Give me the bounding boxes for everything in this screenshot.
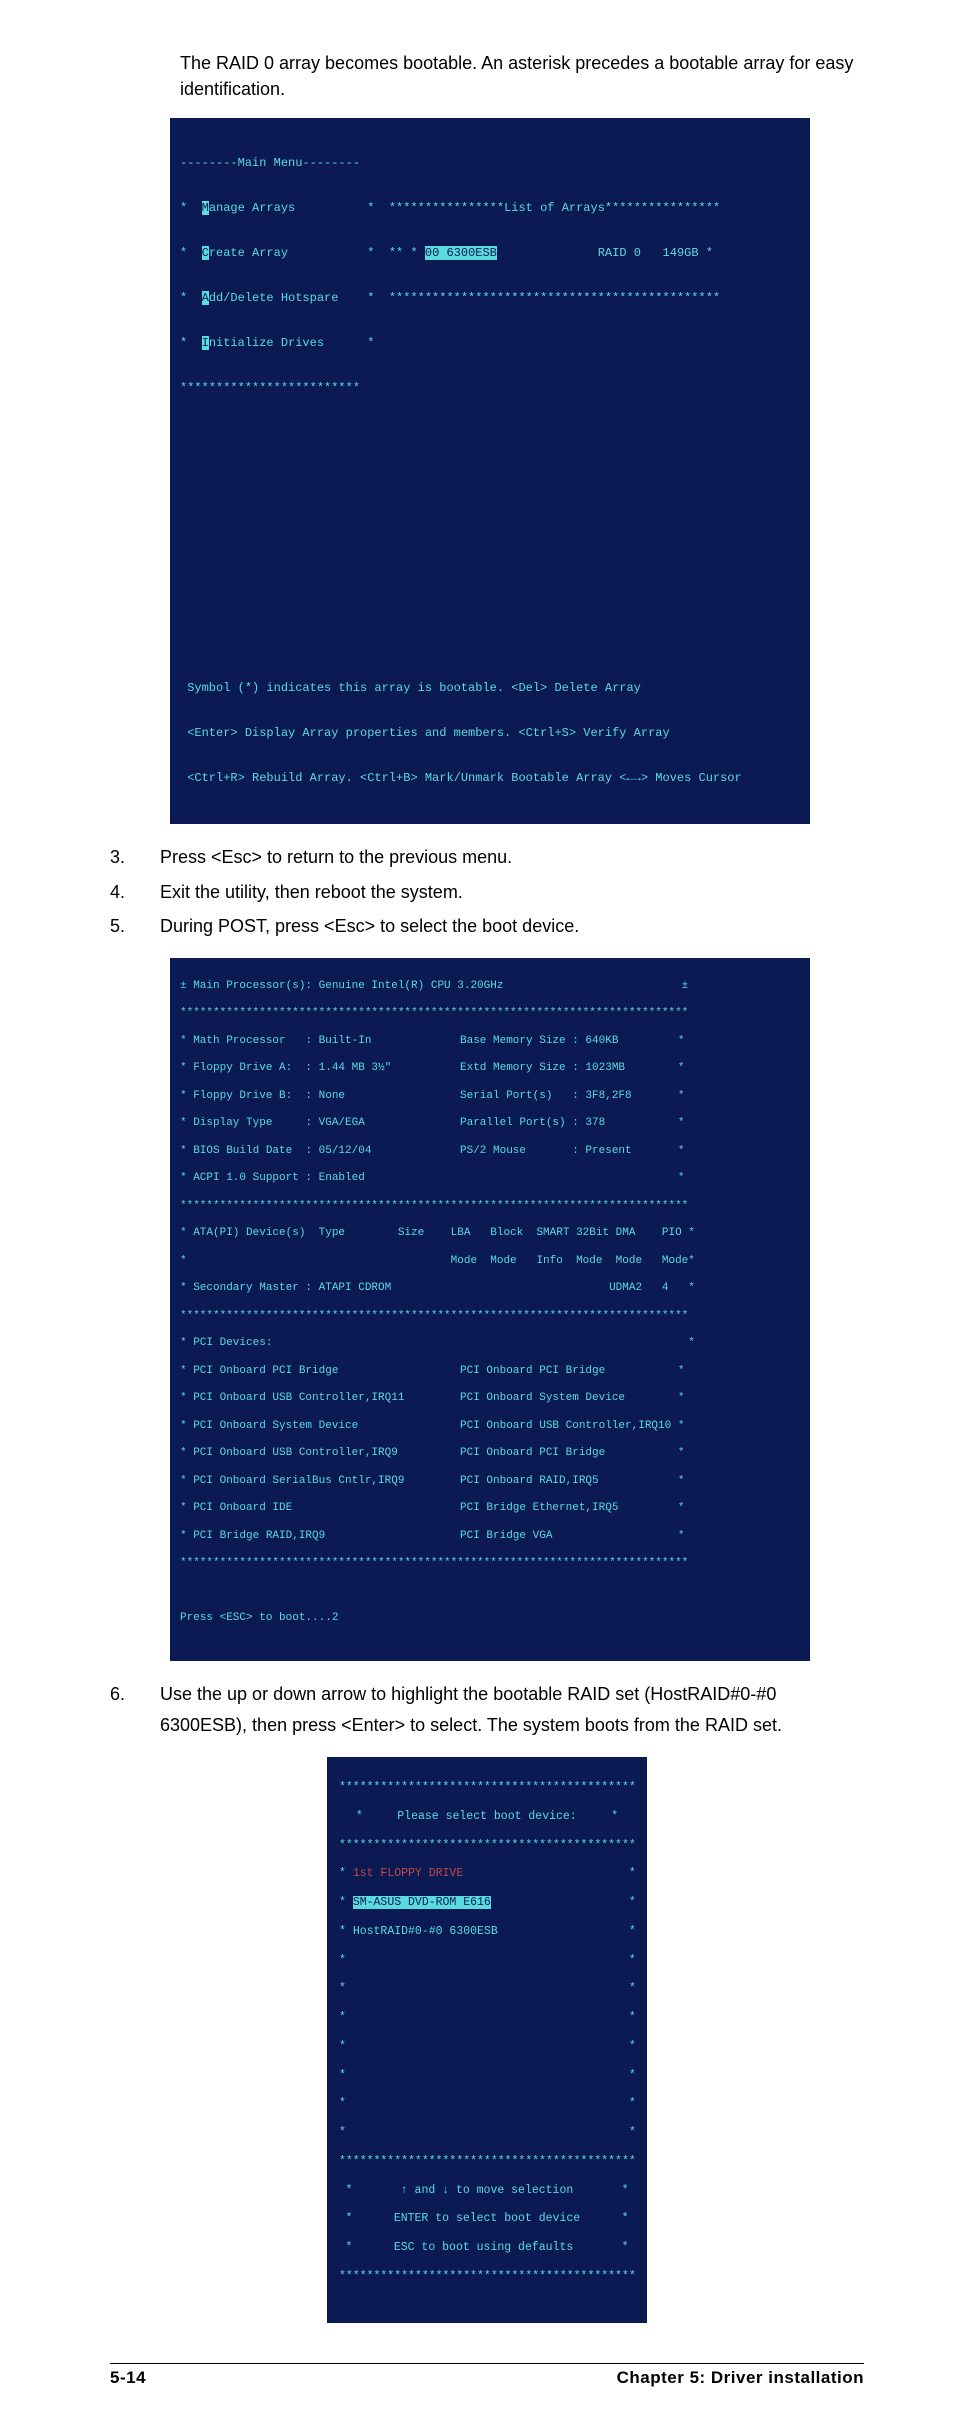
sys-info-right: Extd Memory Size : 1023MB *	[460, 1062, 684, 1074]
boot-device-select-screenshot: ****************************************…	[327, 1757, 647, 2323]
sys-info-right: Parallel Port(s) : 378 *	[460, 1117, 684, 1129]
step-number: 3.	[110, 842, 160, 873]
steps-list: 6.Use the up or down arrow to highlight …	[110, 1679, 864, 1740]
boot-prompt: Press <ESC> to boot....2	[180, 1612, 800, 1626]
pci-right: PCI Onboard PCI Bridge *	[460, 1365, 684, 1377]
pci-left: * PCI Bridge RAID,IRQ9	[180, 1530, 460, 1544]
ata-header: * ATA(PI) Device(s) Type Size LBA Block …	[180, 1227, 800, 1241]
sys-info-left: * BIOS Build Date : 05/12/04	[180, 1145, 460, 1159]
pci-left: * PCI Onboard SerialBus Cntlr,IRQ9	[180, 1475, 460, 1489]
hint-line: ↑ and ↓ to move selection	[401, 2184, 574, 2197]
menu-item-hotkey: M	[202, 201, 209, 215]
pci-left: * PCI Onboard System Device	[180, 1420, 460, 1434]
page-number: 5-14	[110, 2368, 146, 2388]
boot-option: HostRAID#0-#0 6300ESB	[353, 1925, 498, 1938]
step-item: 3.Press <Esc> to return to the previous …	[110, 842, 864, 873]
pci-right: PCI Bridge VGA *	[460, 1530, 684, 1542]
border: ****************************************…	[339, 1781, 635, 1795]
ata-row: * Secondary Master : ATAPI CDROM UDMA2 4…	[180, 1282, 800, 1296]
menu-header: --------Main Menu--------	[180, 156, 360, 170]
menu-item-hotkey: C	[202, 246, 209, 260]
boot-dialog-title: Please select boot device:	[397, 1810, 576, 1823]
menu-item: reate Array	[209, 246, 288, 260]
hint-line: ESC to boot using defaults	[394, 2241, 573, 2254]
sys-info-left: * Math Processor : Built-In	[180, 1035, 460, 1049]
menu-item: nitialize Drives	[209, 336, 324, 350]
page: The RAID 0 array becomes bootable. An as…	[0, 0, 954, 2418]
cpu-title: ± Main Processor(s): Genuine Intel(R) CP…	[180, 980, 800, 994]
step-item: 5.During POST, press <Esc> to select the…	[110, 911, 864, 942]
sys-info-right: PS/2 Mouse : Present *	[460, 1145, 684, 1157]
hint-line: ENTER to select boot device	[394, 2212, 580, 2225]
pci-left: * PCI Onboard PCI Bridge	[180, 1365, 460, 1379]
hint-line: <Ctrl+R> Rebuild Array. <Ctrl+B> Mark/Un…	[180, 771, 800, 786]
selected-array: 00 6300ESB	[425, 246, 497, 260]
sys-info-left: * Floppy Drive A: : 1.44 MB 3½"	[180, 1062, 460, 1076]
menu-item: dd/Delete Hotspare	[209, 291, 339, 305]
sys-info-right: Serial Port(s) : 3F8,2F8 *	[460, 1090, 684, 1102]
sys-info-left: * Floppy Drive B: : None	[180, 1090, 460, 1104]
step-number: 6.	[110, 1679, 160, 1740]
step-number: 4.	[110, 877, 160, 908]
pci-right: PCI Onboard PCI Bridge *	[460, 1447, 684, 1459]
intro-text: The RAID 0 array becomes bootable. An as…	[110, 50, 864, 102]
step-text: Use the up or down arrow to highlight th…	[160, 1679, 864, 1740]
boot-option-selected: SM-ASUS DVD-ROM E616	[353, 1896, 491, 1909]
step-text: During POST, press <Esc> to select the b…	[160, 911, 864, 942]
pci-right: PCI Onboard System Device *	[460, 1392, 684, 1404]
chapter-title: Chapter 5: Driver installation	[617, 2368, 864, 2388]
ata-subheader: * Mode Mode Info Mode Mode Mode*	[180, 1255, 800, 1269]
pci-right: PCI Onboard RAID,IRQ5 *	[460, 1475, 684, 1487]
arrays-list-header: ****************List of Arrays**********…	[389, 201, 720, 215]
pci-right: PCI Onboard USB Controller,IRQ10 *	[460, 1420, 684, 1432]
hint-line: Symbol (*) indicates this array is boota…	[180, 681, 800, 696]
pci-left: * PCI Onboard IDE	[180, 1502, 460, 1516]
pci-header: * PCI Devices: *	[180, 1337, 800, 1351]
sys-info-left: * ACPI 1.0 Support : Enabled	[180, 1172, 460, 1186]
menu-item-hotkey: A	[202, 291, 209, 305]
boot-option: 1st FLOPPY DRIVE	[353, 1867, 463, 1880]
pci-left: * PCI Onboard USB Controller,IRQ9	[180, 1447, 460, 1461]
step-text: Press <Esc> to return to the previous me…	[160, 842, 864, 873]
step-item: 6.Use the up or down arrow to highlight …	[110, 1679, 864, 1740]
sys-info-right: Base Memory Size : 640KB *	[460, 1035, 684, 1047]
step-text: Exit the utility, then reboot the system…	[160, 877, 864, 908]
hint-line: <Enter> Display Array properties and mem…	[180, 726, 800, 741]
menu-item-hotkey: I	[202, 336, 209, 350]
sys-info-left: * Display Type : VGA/EGA	[180, 1117, 460, 1131]
page-footer: 5-14 Chapter 5: Driver installation	[110, 2363, 864, 2388]
steps-list: 3.Press <Esc> to return to the previous …	[110, 842, 864, 942]
menu-item: anage Arrays	[209, 201, 295, 215]
array-size: 149GB	[663, 246, 699, 260]
array-type: RAID 0	[598, 246, 641, 260]
raid-main-menu-screenshot: --------Main Menu-------- * Manage Array…	[170, 118, 810, 824]
step-number: 5.	[110, 911, 160, 942]
step-item: 4.Exit the utility, then reboot the syst…	[110, 877, 864, 908]
pci-left: * PCI Onboard USB Controller,IRQ11	[180, 1392, 460, 1406]
sys-info-right: *	[460, 1172, 684, 1184]
pci-right: PCI Bridge Ethernet,IRQ5 *	[460, 1502, 684, 1514]
post-screen-screenshot: ± Main Processor(s): Genuine Intel(R) CP…	[170, 958, 810, 1662]
